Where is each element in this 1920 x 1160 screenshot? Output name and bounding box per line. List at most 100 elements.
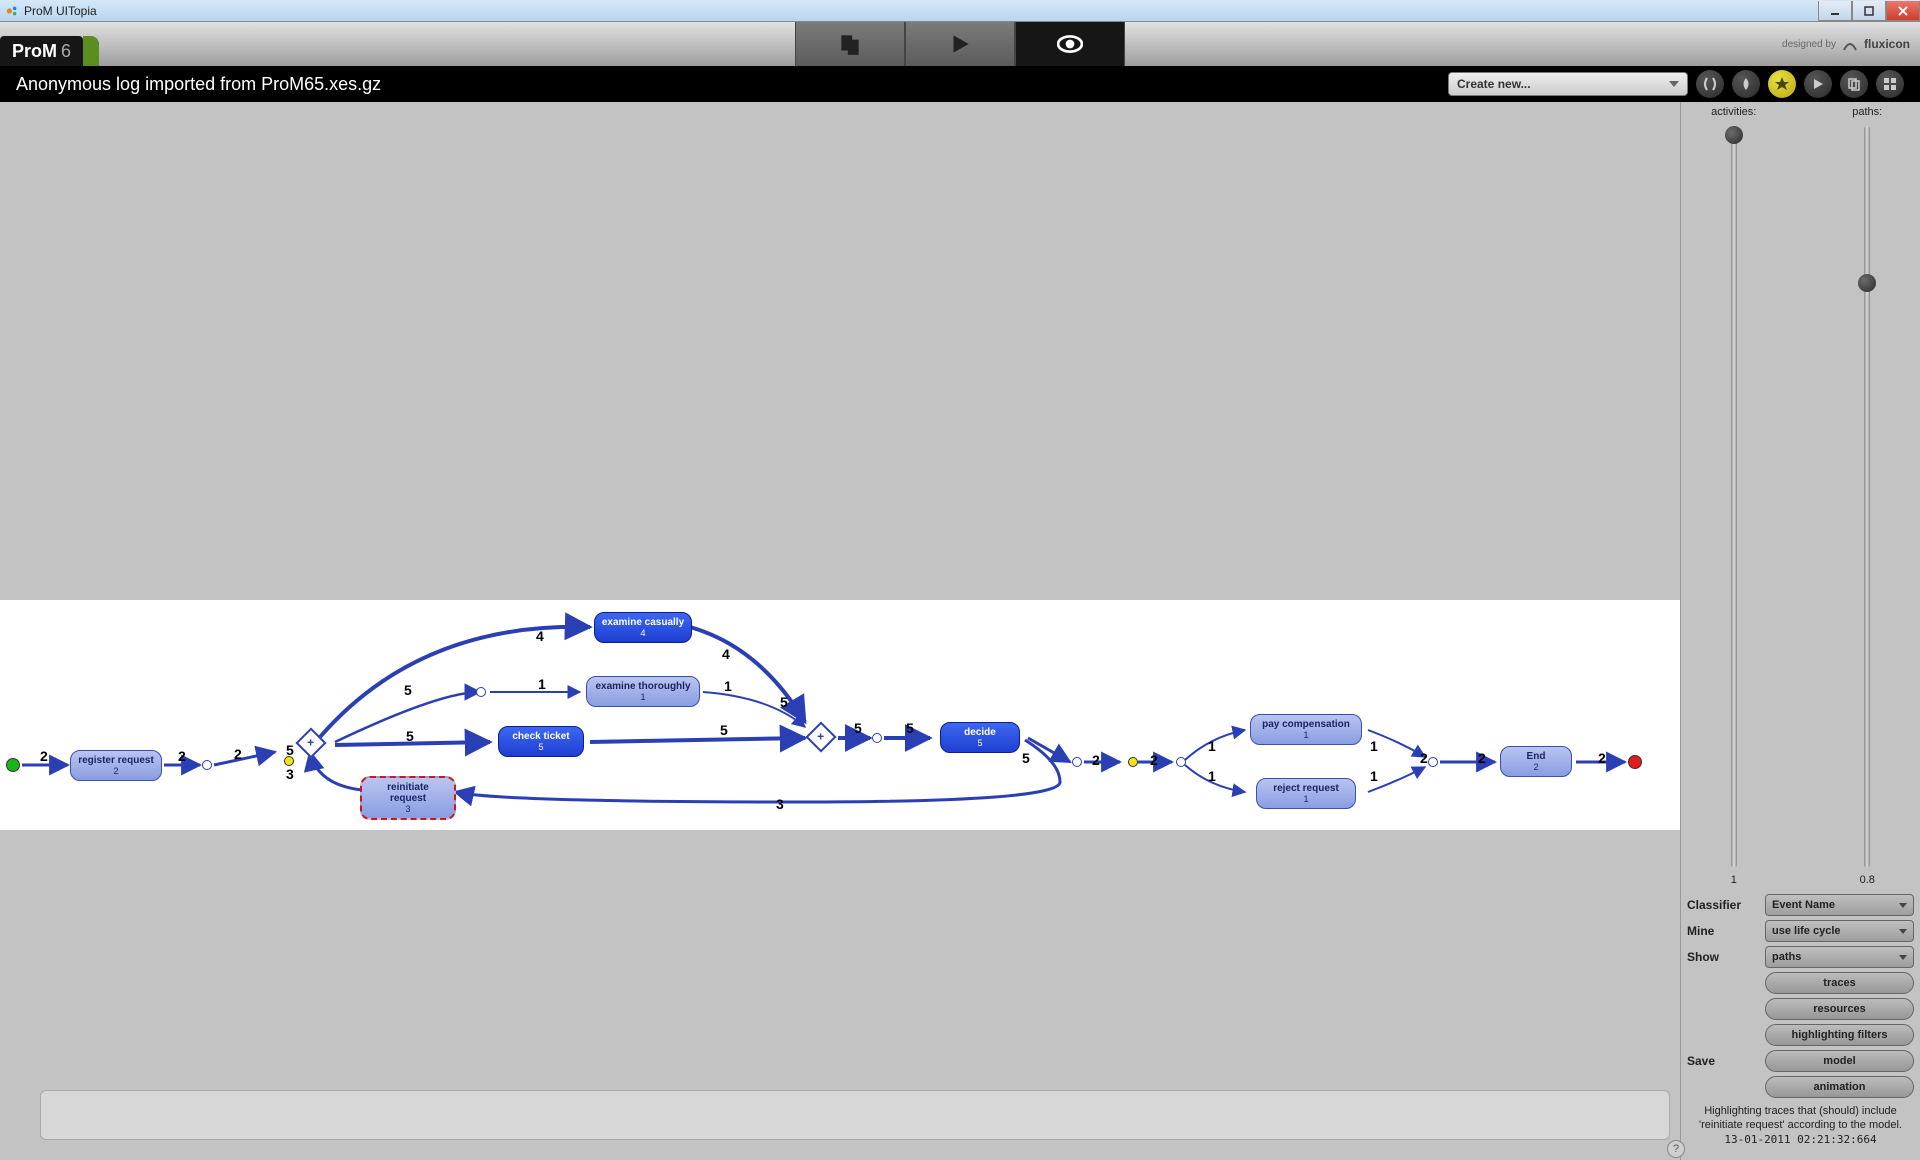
chevron-down-icon [1899, 929, 1907, 934]
highlighting-filters-button[interactable]: highlighting filters [1765, 1024, 1914, 1046]
activities-slider-value: 1 [1731, 874, 1737, 886]
create-new-dropdown[interactable]: Create new... [1448, 72, 1688, 96]
place-node [202, 760, 212, 770]
place-node [872, 733, 882, 743]
edge-label: 2 [1420, 750, 1428, 766]
logo-main: ProM [12, 41, 57, 62]
designed-by-label: designed by [1782, 39, 1836, 50]
edge-label: 5 [404, 682, 412, 698]
node-label: End [1527, 751, 1546, 762]
node-label: examine casually [602, 617, 684, 628]
edge-label: 2 [1150, 752, 1158, 768]
message-bar [40, 1090, 1670, 1140]
tab-workspace[interactable] [795, 22, 905, 66]
node-examine-casually[interactable]: examine casually 4 [594, 612, 692, 643]
app-icon [4, 3, 20, 19]
header-bar: Anonymous log imported from ProM65.xes.g… [0, 66, 1920, 102]
play-button[interactable] [1804, 70, 1832, 98]
node-end[interactable]: End 2 [1500, 746, 1572, 777]
perspective-tabs: ProM 6 designed by fluxicon [0, 22, 1920, 66]
show-dropdown[interactable]: paths [1765, 946, 1914, 968]
tab-action[interactable] [905, 22, 1015, 66]
node-count: 2 [1533, 762, 1538, 772]
node-label: reject request [1273, 783, 1339, 794]
node-label: check ticket [512, 731, 569, 742]
node-count: 2 [113, 766, 118, 776]
favorite-button[interactable] [1768, 70, 1796, 98]
place-node [1072, 757, 1082, 767]
app-logo: ProM 6 [0, 36, 83, 66]
place-node [1428, 757, 1438, 767]
edge-label: 1 [1208, 768, 1216, 784]
edge-label: 5 [854, 720, 862, 736]
node-count: 1 [640, 692, 645, 702]
minimize-button[interactable] [1818, 1, 1852, 21]
mine-value: use life cycle [1772, 925, 1841, 937]
mine-label: Mine [1687, 924, 1757, 938]
node-check-ticket[interactable]: check ticket 5 [498, 726, 584, 757]
node-decide[interactable]: decide 5 [940, 722, 1020, 753]
show-value: paths [1772, 951, 1801, 963]
parentheses-button[interactable] [1696, 70, 1724, 98]
classifier-label: Classifier [1687, 898, 1757, 912]
node-register-request[interactable]: register request 2 [70, 750, 162, 781]
edge-label: 5 [720, 722, 728, 738]
create-new-label: Create new... [1457, 77, 1531, 91]
edge-label: 5 [1022, 750, 1030, 766]
edge-label: 1 [538, 676, 546, 692]
activities-slider-thumb[interactable] [1725, 126, 1743, 144]
traces-button[interactable]: traces [1765, 972, 1914, 994]
node-reinitiate-request[interactable]: reinitiate request 3 [360, 776, 456, 820]
edge-label: 4 [536, 628, 544, 644]
paths-slider[interactable] [1864, 126, 1870, 868]
side-panel: activities: 1 paths: 0.8 Classifier Even… [1680, 102, 1920, 1160]
edge-label: 2 [178, 748, 186, 764]
chevron-down-icon [1899, 903, 1907, 908]
node-label: reinitiate request [368, 782, 448, 804]
logo-accent [83, 36, 99, 66]
tab-view[interactable] [1015, 22, 1125, 66]
classifier-dropdown[interactable]: Event Name [1765, 894, 1914, 916]
drop-button[interactable] [1732, 70, 1760, 98]
activities-slider[interactable] [1731, 126, 1737, 868]
node-count: 4 [640, 628, 645, 638]
edge-label: 1 [724, 678, 732, 694]
work-area: + + register request 2 reinitiate reques… [0, 102, 1920, 1160]
state-token [1128, 757, 1138, 767]
resources-button[interactable]: resources [1765, 998, 1914, 1020]
edge-label: 5 [286, 742, 294, 758]
copy-button[interactable] [1840, 70, 1868, 98]
paths-slider-value: 0.8 [1860, 874, 1875, 886]
node-examine-thoroughly[interactable]: examine thoroughly 1 [586, 676, 700, 707]
window-titlebar: ProM UITopia [0, 0, 1920, 22]
mine-dropdown[interactable]: use life cycle [1765, 920, 1914, 942]
animation-button[interactable]: animation [1765, 1076, 1914, 1098]
graph-canvas[interactable]: + + register request 2 reinitiate reques… [0, 102, 1680, 1160]
edge-label: 2 [40, 748, 48, 764]
edge-label: 1 [1370, 768, 1378, 784]
node-label: pay compensation [1262, 719, 1350, 730]
node-count: 5 [538, 742, 543, 752]
node-count: 3 [405, 804, 410, 814]
node-count: 1 [1303, 730, 1308, 740]
model-button[interactable]: model [1765, 1050, 1914, 1072]
node-pay-compensation[interactable]: pay compensation 1 [1250, 714, 1362, 745]
edge-label: 2 [1092, 752, 1100, 768]
status-timestamp: 13-01-2011 02:21:32:664 [1687, 1133, 1914, 1146]
edge-label: 5 [906, 720, 914, 736]
help-button[interactable]: ? [1667, 1140, 1685, 1158]
end-token [1628, 755, 1642, 769]
node-reject-request[interactable]: reject request 1 [1256, 778, 1356, 809]
maximize-button[interactable] [1852, 1, 1886, 21]
edge-label: 4 [722, 646, 730, 662]
edge-label: 3 [776, 796, 784, 812]
grid-button[interactable] [1876, 70, 1904, 98]
place-node [476, 687, 486, 697]
edge-label: 5 [406, 728, 414, 744]
edge-label: 1 [1370, 738, 1378, 754]
close-button[interactable] [1886, 1, 1920, 21]
edge-label: 5 [780, 694, 788, 710]
edge-label: 2 [1598, 750, 1606, 766]
paths-slider-thumb[interactable] [1858, 274, 1876, 292]
page-title: Anonymous log imported from ProM65.xes.g… [16, 74, 381, 95]
